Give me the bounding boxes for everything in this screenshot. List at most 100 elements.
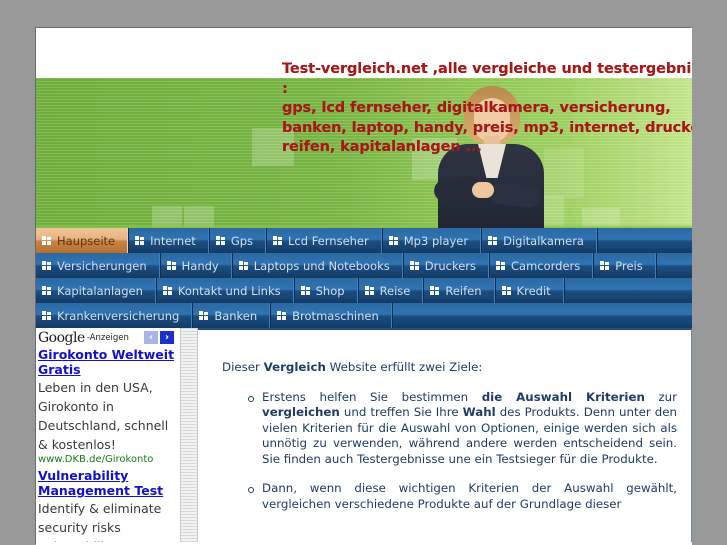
nav-item-internet[interactable]: Internet [129,228,210,253]
nav-item-haupseite[interactable]: Haupseite [36,228,130,253]
nav-item-label: Krankenversicherung [57,308,180,323]
nav-item-versicherungen[interactable]: Versicherungen [36,253,161,278]
ad-display-url: www.DKB.de/Girokonto [38,454,154,465]
nav-item-mp3-player[interactable]: Mp3 player [382,228,483,253]
nav-item-label: Banken [214,308,258,323]
intro-text-pre: Dieser [222,360,264,374]
content-bullet-item: Dann, wenn diese wichtigen Kriterien der… [248,481,677,512]
nav-item-preis[interactable]: Preis [594,253,657,278]
bullet-text: zur [644,389,677,404]
nav-item-kapitalanlagen[interactable]: Kapitalanlagen [36,278,157,303]
nav-item-shop[interactable]: Shop [294,278,359,303]
main-navigation: Haupseite Internet Gps Lcd Fernseher Mp3 pla… [36,228,692,328]
banner-headline-line: gps, lcd fernseher, digitalkamera, versi… [282,100,671,116]
main-content: Dieser Vergleich Website erfüllt zwei Zi… [198,328,692,542]
windows-squares-icon [300,286,310,295]
nav-row-filler [597,228,692,253]
ad-description: Identify & eliminate security risks Vuln… [38,501,162,542]
windows-squares-icon [162,286,172,295]
windows-squares-icon [501,286,511,295]
content-bullet-list: Erstens helfen Sie bestimmen die Auswahl… [212,390,677,513]
nav-item-label: Kontakt und Links [177,283,281,298]
nav-item-label: Kapitalanlagen [57,283,143,298]
windows-squares-icon [409,261,419,270]
windows-squares-icon [600,261,610,270]
windows-squares-icon [273,236,283,245]
intro-text-post: Website erfüllt zwei Ziele: [325,360,483,374]
page-body: Google -Anzeigen ‹ › Girokonto Weltweit … [36,328,692,542]
nav-item-lcd-fernseher[interactable]: Lcd Fernseher [267,228,383,253]
ad-item: Vulnerability Management Test Identify &… [38,468,178,542]
windows-squares-icon [277,311,287,320]
anzeigen-label: -Anzeigen [86,332,129,343]
bullet-text: Erstens helfen Sie bestimmen [262,389,482,404]
google-logo: Google [38,329,85,346]
banner-headline-line: reifen, kapitalanlagen ... [282,139,482,155]
nav-item-gps[interactable]: Gps [209,228,268,253]
nav-item-brotmaschinen[interactable]: Brotmaschinen [271,303,393,328]
content-intro: Dieser Vergleich Website erfüllt zwei Zi… [222,360,677,376]
nav-item-label: Brotmaschinen [292,308,379,323]
banner-decor-square [582,208,620,228]
nav-item-label: Digitalkamera [503,233,584,248]
ad-title-link[interactable]: Girokonto Weltweit Gratis [38,347,178,377]
content-bullet-item: Erstens helfen Sie bestimmen die Auswahl… [248,390,677,468]
nav-item-label: Kredit [516,283,551,298]
windows-squares-icon [135,236,145,245]
windows-squares-icon [364,286,374,295]
windows-squares-icon [42,236,51,245]
bullet-text: Dann, wenn diese wichtigen Kriterien der… [262,481,677,511]
nav-item-label: Preis [615,258,643,273]
nav-item-label: Druckers [424,258,476,273]
nav-item-label: Shop [315,283,345,298]
banner-decor-square [184,206,214,228]
sidebar-content-divider [180,328,198,542]
windows-squares-icon [488,236,498,245]
nav-item-kredit[interactable]: Kredit [495,278,565,303]
windows-squares-icon [199,311,209,320]
next-ad-arrow-icon[interactable]: › [160,331,174,344]
nav-item-druckers[interactable]: Druckers [403,253,490,278]
nav-item-handy[interactable]: Handy [160,253,233,278]
nav-item-camcorders[interactable]: Camcorders [490,253,595,278]
nav-row-filler [392,303,692,328]
nav-row: Krankenversicherung Banken Brotmaschinen [36,303,692,328]
nav-item-label: Versicherungen [57,258,147,273]
site-banner: Test-vergleich.net ,alle vergleiche und … [36,28,692,228]
bullet-bold-text: die Auswahl Kriterien [481,389,645,404]
prev-ad-arrow-icon[interactable]: ‹ [144,331,158,344]
windows-squares-icon [238,261,248,270]
intro-text-bold: Vergleich [263,360,326,374]
windows-squares-icon [42,286,51,295]
ad-item: Girokonto Weltweit Gratis Leben in den U… [38,347,178,466]
nav-item-digitalkamera[interactable]: Digitalkamera [482,228,598,253]
bullet-bold-text: Wahl [462,405,496,419]
nav-item-reise[interactable]: Reise [358,278,425,303]
windows-squares-icon [42,261,51,270]
nav-item-label: Haupseite [57,233,116,248]
banner-headline-line: banken, laptop, handy, preis, mp3, inter… [282,119,692,136]
nav-item-krankenversicherung[interactable]: Krankenversicherung [36,303,194,328]
nav-item-laptops-und-notebooks[interactable]: Laptops und Notebooks [232,253,404,278]
bullet-text: und treffen Sie Ihre [339,405,463,419]
bullet-bold-text: vergleichen [262,405,340,419]
nav-item-banken[interactable]: Banken [193,303,272,328]
nav-item-label: Lcd Fernseher [288,233,369,248]
ad-description: Leben in den USA, Girokonto in Deutschla… [38,380,169,452]
ad-title-link[interactable]: Vulnerability Management Test [38,468,178,498]
nav-row: Kapitalanlagen Kontakt und Links Shop Reise… [36,278,692,303]
windows-squares-icon [215,236,225,245]
nav-item-kontakt-und-links[interactable]: Kontakt und Links [156,278,295,303]
photo-hand [472,182,494,198]
nav-row: Haupseite Internet Gps Lcd Fernseher Mp3 pla… [36,228,692,253]
nav-item-label: Reise [379,283,411,298]
banner-headline: Test-vergleich.net ,alle vergleiche und … [282,60,692,158]
windows-squares-icon [430,286,440,295]
nav-item-reifen[interactable]: Reifen [424,278,496,303]
nav-item-label: Reifen [445,283,482,298]
google-ads-header: Google -Anzeigen ‹ › [38,330,178,345]
windows-squares-icon [388,236,398,245]
banner-decor-square [152,206,182,228]
ads-pager: ‹ › [144,331,178,344]
google-ads-sidebar: Google -Anzeigen ‹ › Girokonto Weltweit … [36,328,180,542]
